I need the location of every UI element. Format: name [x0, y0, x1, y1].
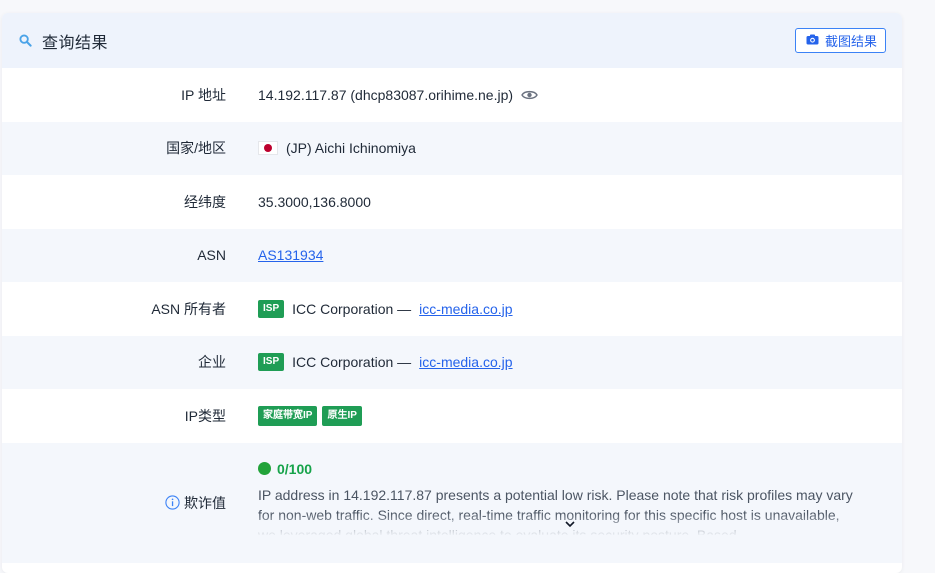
- company-domain-link[interactable]: icc-media.co.jp: [419, 354, 512, 370]
- status-dot-icon: [258, 462, 271, 475]
- ip-type-label: IP类型: [184, 407, 226, 424]
- native-ip-badge: 原生IP: [322, 405, 362, 426]
- company-label: 企业: [198, 354, 226, 371]
- query-result-card: 查询结果 截图结果 IP 地址 14.192.117.87 (dhcp83087…: [2, 13, 902, 573]
- screenshot-button-label: 截图结果: [824, 34, 877, 49]
- country-value: (JP) Aichi Ichinomiya: [286, 140, 416, 157]
- row-asn-owner: ASN 所有者 ISP ICC Corporation — icc-media.…: [2, 282, 902, 336]
- asn-owner-value: ICC Corporation —: [292, 300, 412, 317]
- row-ip: IP 地址 14.192.117.87 (dhcp83087.orihime.n…: [2, 68, 902, 122]
- row-fraud-score: 欺诈值 0/100 IP address in 14.192.117.87 pr…: [2, 442, 902, 563]
- ip-label: IP 地址: [181, 86, 226, 103]
- screenshot-button[interactable]: 截图结果: [794, 28, 886, 53]
- row-asn: ASN AS131934: [2, 228, 902, 282]
- row-country: 国家/地区 (JP) Aichi Ichinomiya: [2, 121, 902, 175]
- coordinates-value: 35.3000,136.8000: [258, 193, 371, 210]
- asn-owner-domain-link[interactable]: icc-media.co.jp: [419, 301, 512, 317]
- camera-icon: [806, 33, 819, 48]
- info-icon[interactable]: [165, 495, 180, 510]
- row-company: 企业 ISP ICC Corporation — icc-media.co.jp: [2, 335, 902, 389]
- fraud-score: 0/100: [258, 461, 858, 477]
- country-label: 国家/地区: [166, 140, 226, 157]
- company-value: ICC Corporation —: [292, 354, 412, 371]
- card-header: 查询结果 截图结果: [2, 13, 902, 68]
- ip-value: 14.192.117.87 (dhcp83087.orihime.ne.jp): [258, 86, 514, 103]
- eye-icon[interactable]: [521, 89, 538, 101]
- coordinates-label: 经纬度: [184, 193, 226, 210]
- japan-flag-icon: [258, 141, 278, 156]
- asn-label: ASN: [197, 247, 226, 264]
- risk-description: IP address in 14.192.117.87 presents a p…: [258, 485, 858, 535]
- residential-ip-badge: 家庭带宽IP: [258, 405, 318, 426]
- search-icon: [18, 34, 32, 48]
- isp-badge: ISP: [258, 353, 285, 372]
- row-ip-type: IP类型 家庭带宽IP 原生IP: [2, 389, 902, 443]
- asn-link[interactable]: AS131934: [258, 247, 323, 263]
- isp-badge: ISP: [258, 299, 285, 318]
- page-title: 查询结果: [42, 34, 109, 52]
- row-coordinates: 经纬度 35.3000,136.8000: [2, 175, 902, 229]
- chevron-down-icon[interactable]: [563, 518, 577, 532]
- fraud-score-value: 0/100: [277, 460, 313, 477]
- fraud-score-label: 欺诈值: [184, 494, 226, 511]
- asn-owner-label: ASN 所有者: [151, 300, 226, 317]
